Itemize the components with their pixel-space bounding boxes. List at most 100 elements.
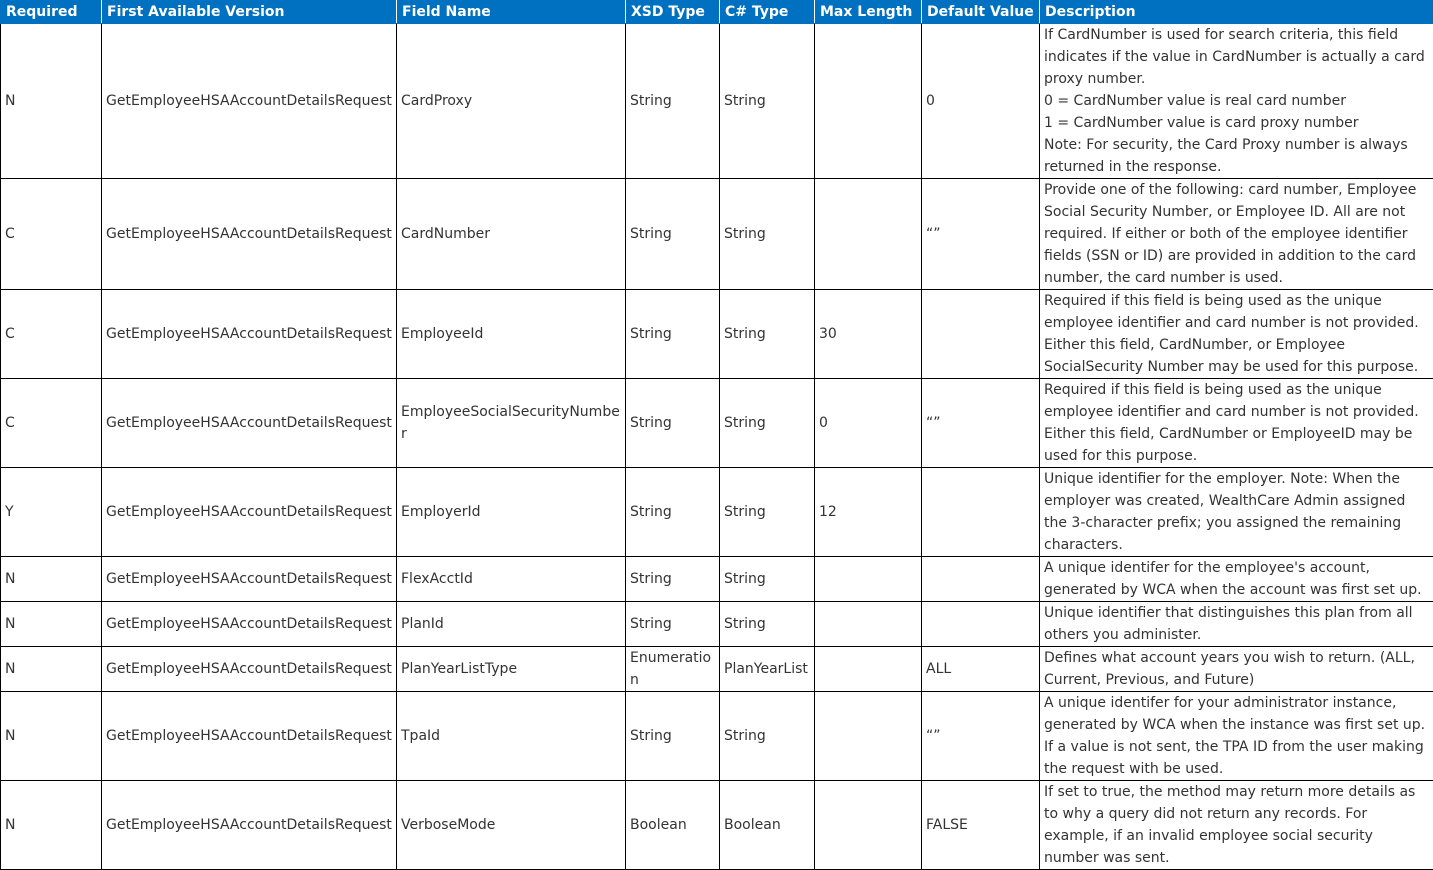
cell-first-available-version: GetEmployeeHSAAccountDetailsRequest [102,781,397,870]
cell-description: A unique identifer for your administrato… [1040,692,1433,781]
field-spec-table: Required First Available Version Field N… [0,0,1433,870]
cell-xsd-type: Enumeration [626,647,720,692]
cell-xsd-type: String [626,24,720,179]
cell-required: C [1,379,102,468]
header-row: Required First Available Version Field N… [1,1,1433,24]
cell-required: N [1,647,102,692]
cell-required: N [1,602,102,647]
cell-field-name: EmployeeSocialSecurityNumber [397,379,626,468]
cell-first-available-version: GetEmployeeHSAAccountDetailsRequest [102,557,397,602]
cell-field-name: EmployeeId [397,290,626,379]
cell-default-value [922,468,1040,557]
table-row: NGetEmployeeHSAAccountDetailsRequestTpaI… [1,692,1433,781]
cell-description: Unique identifier for the employer. Note… [1040,468,1433,557]
cell-first-available-version: GetEmployeeHSAAccountDetailsRequest [102,468,397,557]
header-field-name: Field Name [397,1,626,24]
cell-required: N [1,781,102,870]
description-line: 0 = CardNumber value is real card number [1044,90,1430,112]
header-csharp-type: C# Type [720,1,815,24]
header-required: Required [1,1,102,24]
cell-csharp-type: String [720,24,815,179]
cell-csharp-type: String [720,179,815,290]
cell-default-value [922,290,1040,379]
cell-field-name: TpaId [397,692,626,781]
description-line: Required if this field is being used as … [1044,379,1430,467]
cell-default-value: ALL [922,647,1040,692]
cell-description: Unique identifier that distinguishes thi… [1040,602,1433,647]
header-max-length: Max Length [815,1,922,24]
description-line: If set to true, the method may return mo… [1044,781,1430,869]
cell-first-available-version: GetEmployeeHSAAccountDetailsRequest [102,647,397,692]
table-row: NGetEmployeeHSAAccountDetailsRequestPlan… [1,602,1433,647]
description-line: Provide one of the following: card numbe… [1044,179,1430,289]
cell-default-value: “” [922,179,1040,290]
description-line: Defines what account years you wish to r… [1044,647,1430,691]
table-row: NGetEmployeeHSAAccountDetailsRequestFlex… [1,557,1433,602]
description-line: Required if this field is being used as … [1044,290,1430,378]
cell-xsd-type: String [626,557,720,602]
cell-first-available-version: GetEmployeeHSAAccountDetailsRequest [102,379,397,468]
cell-max-length [815,557,922,602]
description-line: A unique identifer for the employee's ac… [1044,557,1430,601]
cell-max-length: 0 [815,379,922,468]
cell-description: Required if this field is being used as … [1040,379,1433,468]
cell-csharp-type: String [720,468,815,557]
cell-field-name: VerboseMode [397,781,626,870]
cell-csharp-type: String [720,557,815,602]
cell-description: If CardNumber is used for search criteri… [1040,24,1433,179]
table-row: CGetEmployeeHSAAccountDetailsRequestEmpl… [1,379,1433,468]
cell-first-available-version: GetEmployeeHSAAccountDetailsRequest [102,24,397,179]
cell-xsd-type: String [626,379,720,468]
description-line: A unique identifer for your administrato… [1044,692,1430,780]
cell-required: N [1,557,102,602]
description-line: 1 = CardNumber value is card proxy numbe… [1044,112,1430,134]
description-line: Unique identifier for the employer. Note… [1044,468,1430,556]
cell-xsd-type: Boolean [626,781,720,870]
cell-default-value: 0 [922,24,1040,179]
description-line: Note: For security, the Card Proxy numbe… [1044,134,1430,178]
cell-first-available-version: GetEmployeeHSAAccountDetailsRequest [102,692,397,781]
cell-csharp-type: String [720,602,815,647]
cell-required: C [1,290,102,379]
cell-csharp-type: Boolean [720,781,815,870]
description-line: If CardNumber is used for search criteri… [1044,24,1430,90]
table-row: YGetEmployeeHSAAccountDetailsRequestEmpl… [1,468,1433,557]
table-row: CGetEmployeeHSAAccountDetailsRequestCard… [1,179,1433,290]
cell-default-value [922,602,1040,647]
cell-default-value: “” [922,379,1040,468]
cell-field-name: PlanYearListType [397,647,626,692]
cell-field-name: EmployerId [397,468,626,557]
cell-description: Provide one of the following: card numbe… [1040,179,1433,290]
cell-csharp-type: PlanYearList [720,647,815,692]
header-first-available-version: First Available Version [102,1,397,24]
cell-xsd-type: String [626,602,720,647]
cell-required: N [1,24,102,179]
cell-max-length [815,692,922,781]
cell-xsd-type: String [626,290,720,379]
table-row: NGetEmployeeHSAAccountDetailsRequestCard… [1,24,1433,179]
cell-default-value [922,557,1040,602]
header-xsd-type: XSD Type [626,1,720,24]
cell-csharp-type: String [720,290,815,379]
cell-max-length [815,781,922,870]
cell-xsd-type: String [626,468,720,557]
cell-required: Y [1,468,102,557]
cell-required: C [1,179,102,290]
cell-xsd-type: String [626,179,720,290]
cell-csharp-type: String [720,379,815,468]
cell-first-available-version: GetEmployeeHSAAccountDetailsRequest [102,602,397,647]
cell-xsd-type: String [626,692,720,781]
cell-max-length [815,647,922,692]
cell-field-name: FlexAcctId [397,557,626,602]
cell-max-length: 30 [815,290,922,379]
cell-description: Required if this field is being used as … [1040,290,1433,379]
cell-default-value: FALSE [922,781,1040,870]
header-description: Description [1040,1,1433,24]
cell-first-available-version: GetEmployeeHSAAccountDetailsRequest [102,290,397,379]
cell-description: Defines what account years you wish to r… [1040,647,1433,692]
header-default-value: Default Value [922,1,1040,24]
cell-description: If set to true, the method may return mo… [1040,781,1433,870]
cell-field-name: PlanId [397,602,626,647]
cell-default-value: “” [922,692,1040,781]
cell-max-length [815,602,922,647]
